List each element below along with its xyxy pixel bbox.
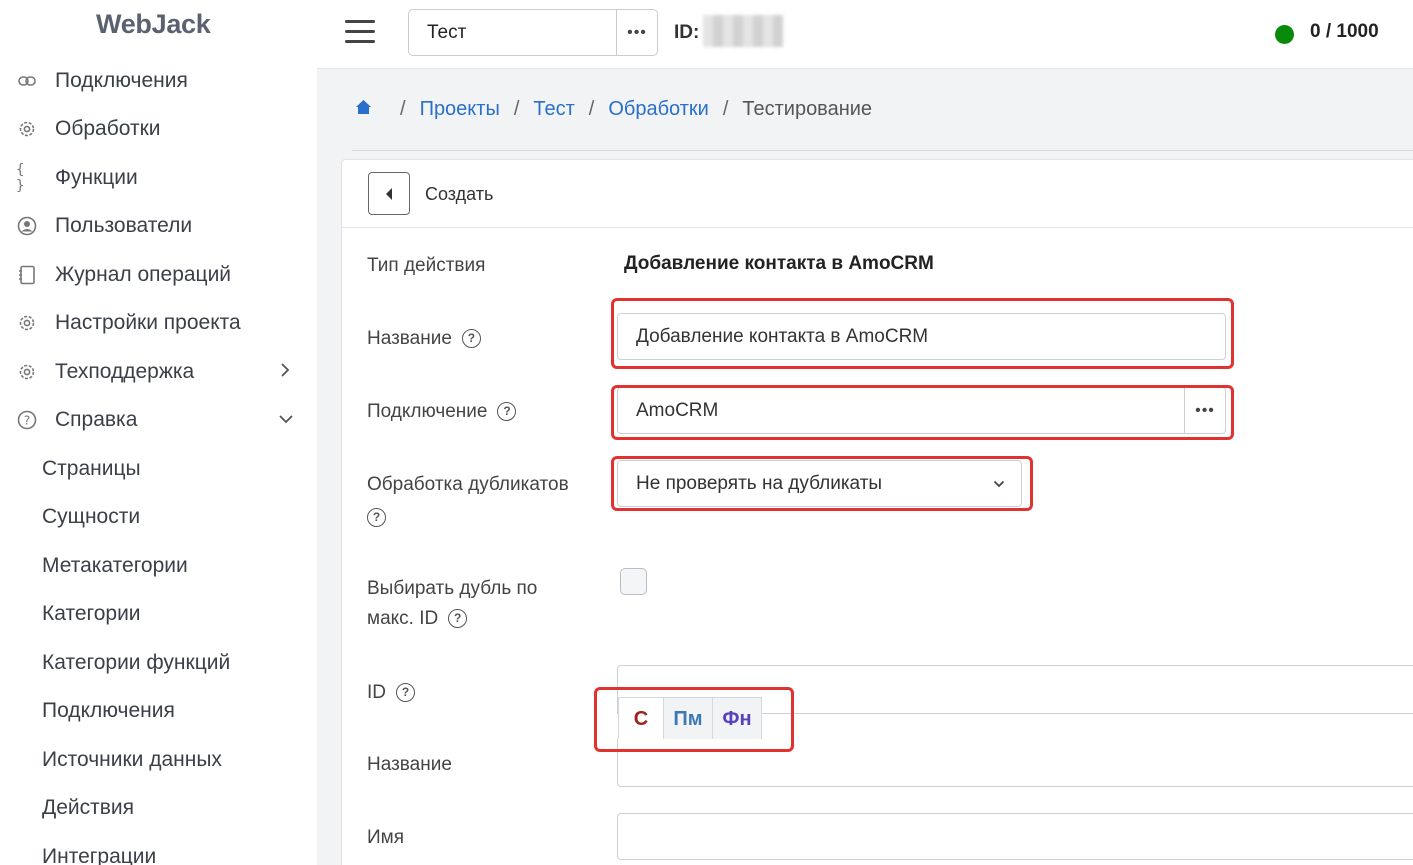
sidebar-subitem-metacategories[interactable]: Метакатегории bbox=[42, 554, 188, 578]
sidebar-item-label: Обработки bbox=[55, 117, 161, 140]
breadcrumb-project[interactable]: Тест bbox=[533, 98, 574, 121]
sidebar-subitem-function-categories[interactable]: Категории функций bbox=[42, 651, 230, 675]
help-icon[interactable]: ? bbox=[367, 508, 386, 527]
sidebar-subitem-connections[interactable]: Подключения bbox=[42, 699, 175, 723]
id-value-redacted bbox=[703, 15, 783, 47]
id-field-label-text: ID bbox=[367, 682, 386, 703]
sidebar-subitem-data-sources[interactable]: Источники данных bbox=[42, 748, 222, 772]
sidebar-item-label: Справка bbox=[55, 408, 138, 431]
max-id-label-line2: макс. ID? bbox=[367, 608, 468, 630]
id-field-label: ID? bbox=[367, 682, 415, 704]
highlight-annotation bbox=[611, 456, 1033, 511]
breadcrumb-processing[interactable]: Обработки bbox=[608, 98, 708, 121]
id-label: ID: bbox=[674, 22, 700, 43]
status-indicator-icon bbox=[1275, 25, 1294, 44]
help-icon[interactable]: ? bbox=[396, 683, 415, 703]
user-icon bbox=[16, 215, 38, 237]
more-icon[interactable]: ••• bbox=[616, 10, 657, 55]
sidebar-subitem-integrations[interactable]: Интеграции bbox=[42, 845, 156, 865]
card-title: Создать bbox=[425, 184, 494, 204]
sidebar-item-label: Подключения bbox=[55, 69, 188, 92]
highlight-annotation bbox=[611, 385, 1234, 440]
action-type-value: Добавление контакта в AmoCRM bbox=[624, 253, 934, 274]
quota-counter: 0 / 1000 bbox=[1310, 21, 1379, 42]
divider bbox=[352, 150, 1413, 151]
breadcrumb-separator: / bbox=[588, 98, 595, 120]
breadcrumb-separator: / bbox=[513, 98, 520, 120]
name-label-text: Название bbox=[367, 328, 452, 349]
sidebar-item-journal[interactable]: Журнал операций bbox=[0, 255, 317, 295]
sidebar-subitem-entities[interactable]: Сущности bbox=[42, 505, 140, 529]
sidebar-item-users[interactable]: Пользователи bbox=[0, 206, 317, 246]
sidebar-item-help[interactable]: ? Справка bbox=[0, 400, 317, 440]
duplicates-label: Обработка дубликатов bbox=[367, 474, 569, 495]
max-id-label: Выбирать дубль по bbox=[367, 578, 538, 599]
first-name-label: Имя bbox=[367, 827, 405, 848]
name2-label: Название bbox=[367, 754, 452, 775]
connection-label-text: Подключение bbox=[367, 401, 488, 422]
sidebar-item-label: Техподдержка bbox=[55, 360, 195, 383]
sidebar-item-support[interactable]: Техподдержка bbox=[0, 352, 317, 392]
breadcrumb-separator: / bbox=[722, 98, 729, 120]
sidebar-item-label: Пользователи bbox=[55, 214, 193, 237]
journal-icon bbox=[16, 264, 38, 286]
gear-icon bbox=[16, 312, 38, 334]
home-icon[interactable] bbox=[355, 99, 372, 120]
link-icon bbox=[16, 70, 38, 92]
project-selector[interactable]: Тест ••• bbox=[408, 9, 658, 56]
sidebar-item-label: Журнал операций bbox=[55, 263, 232, 286]
braces-icon: { } bbox=[16, 162, 25, 194]
sidebar-subitem-actions[interactable]: Действия bbox=[42, 796, 134, 820]
card-header: Создать bbox=[342, 160, 1413, 228]
connection-label: Подключение? bbox=[367, 401, 517, 423]
breadcrumb: / Проекты / Тест / Обработки / Тестирова… bbox=[355, 98, 872, 121]
help-icon[interactable]: ? bbox=[461, 329, 481, 349]
topbar: Тест ••• ID: 0 / 1000 bbox=[317, 0, 1413, 69]
help-icon[interactable]: ? bbox=[497, 402, 517, 422]
name-label: Название? bbox=[367, 328, 481, 350]
sidebar-item-connections[interactable]: Подключения bbox=[0, 61, 317, 101]
sidebar-subitem-pages[interactable]: Страницы bbox=[42, 457, 141, 481]
menu-icon[interactable] bbox=[345, 20, 375, 44]
sidebar: WebJack Подключения Обработки { } Функци… bbox=[0, 0, 317, 865]
highlight-annotation bbox=[611, 298, 1234, 369]
chevron-right-icon bbox=[280, 362, 290, 383]
gear-icon bbox=[16, 118, 38, 140]
max-id-label-text: макс. ID bbox=[367, 608, 439, 629]
help-icon[interactable]: ? bbox=[448, 609, 468, 629]
sidebar-item-label: Функции bbox=[55, 166, 138, 189]
app-logo[interactable]: WebJack bbox=[96, 9, 211, 40]
sidebar-item-functions[interactable]: { } Функции bbox=[0, 158, 317, 198]
project-name: Тест bbox=[427, 22, 467, 43]
action-type-label: Тип действия bbox=[367, 255, 486, 276]
first-name-input[interactable] bbox=[617, 813, 1413, 860]
svg-text:?: ? bbox=[24, 414, 30, 428]
breadcrumb-projects[interactable]: Проекты bbox=[420, 98, 500, 121]
highlight-annotation bbox=[594, 687, 794, 752]
help-icon: ? bbox=[16, 409, 38, 431]
breadcrumb-separator: / bbox=[400, 98, 406, 120]
back-button[interactable] bbox=[368, 172, 410, 215]
max-id-checkbox[interactable] bbox=[620, 568, 647, 595]
sidebar-item-processing[interactable]: Обработки bbox=[0, 109, 317, 149]
sidebar-item-project-settings[interactable]: Настройки проекта bbox=[0, 303, 317, 343]
chevron-down-icon bbox=[278, 411, 294, 429]
breadcrumb-current: Тестирование bbox=[742, 98, 873, 120]
gear-icon bbox=[16, 361, 38, 383]
sidebar-item-label: Настройки проекта bbox=[55, 311, 241, 334]
sidebar-subitem-categories[interactable]: Категории bbox=[42, 602, 141, 626]
